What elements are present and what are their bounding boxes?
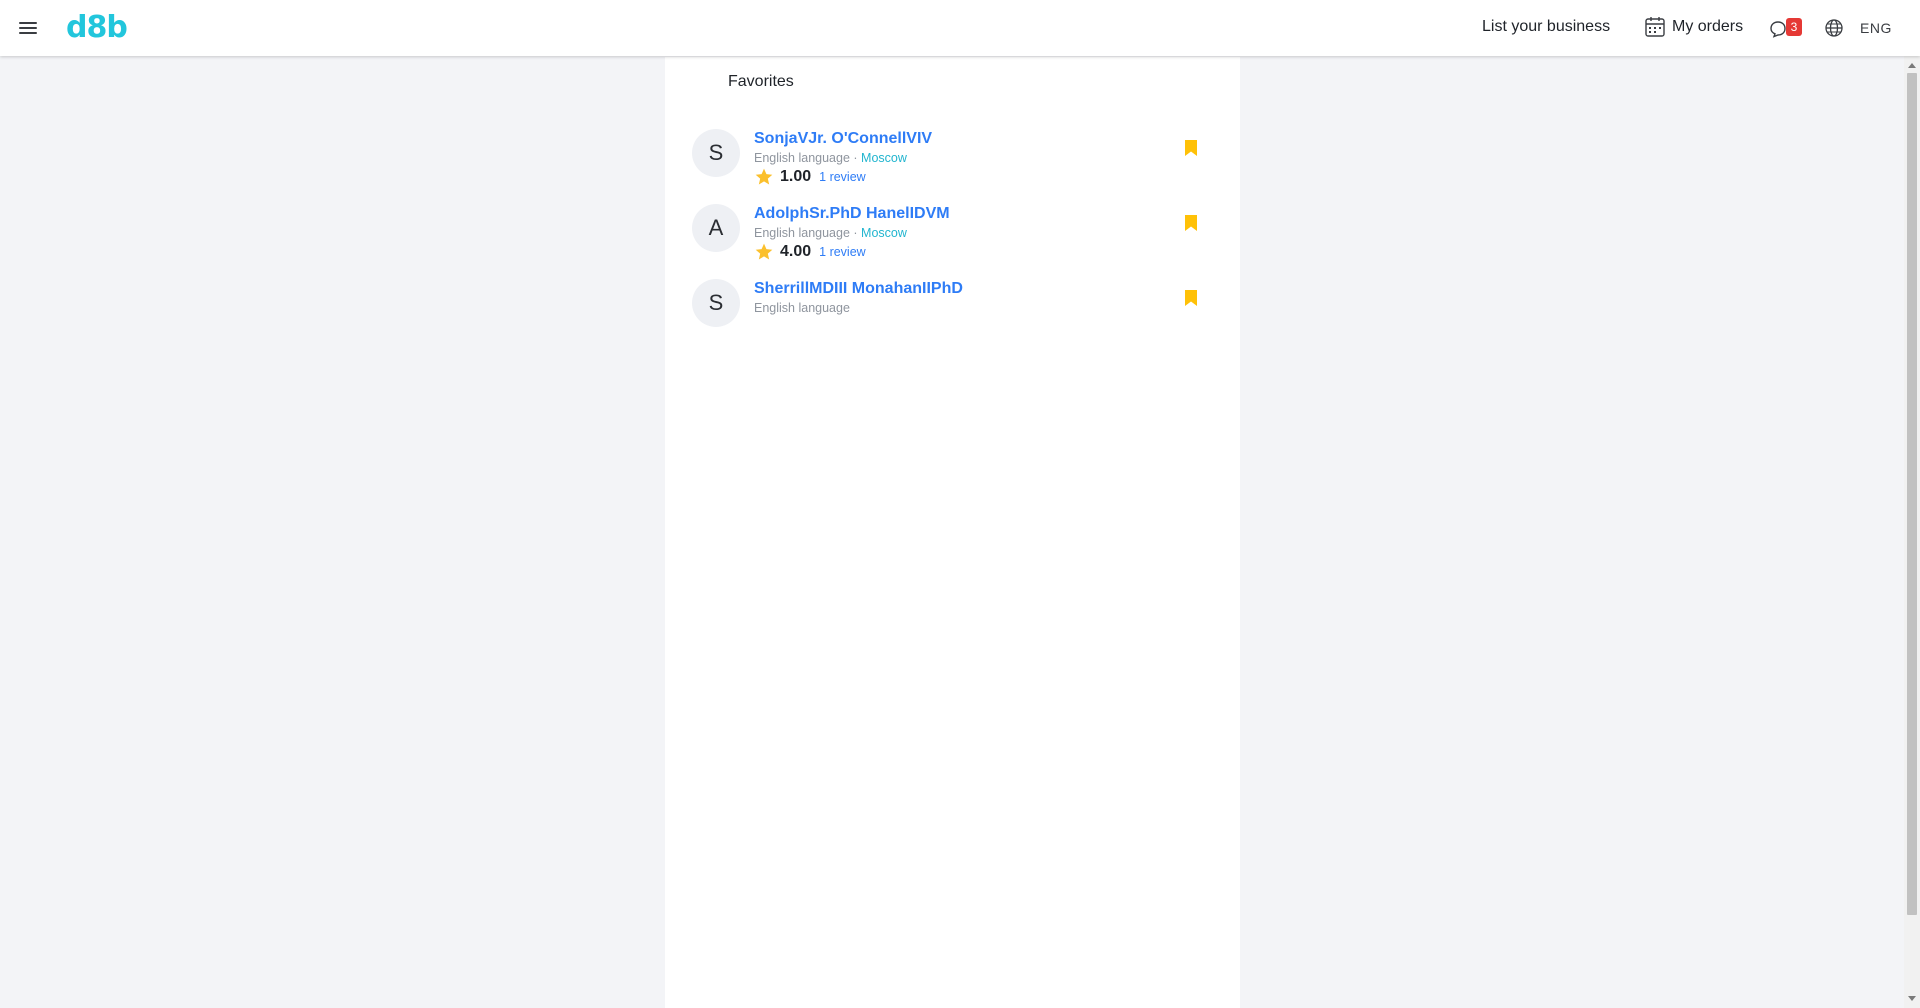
scroll-up-arrow[interactable] <box>1908 63 1916 68</box>
bookmark-icon[interactable] <box>1184 289 1198 307</box>
chat-icon <box>1770 21 1786 38</box>
menu-icon[interactable] <box>16 16 40 40</box>
rating-value: 1.00 <box>780 168 812 185</box>
list-item[interactable]: A AdolphSr.PhD HanelIDVM English languag… <box>692 204 1212 260</box>
specialist-name-link[interactable]: SherrillMDIII MonahanIIPhD <box>754 279 963 299</box>
list-business-link[interactable]: List your business <box>1482 18 1610 36</box>
item-meta: English language · Moscow <box>754 225 950 241</box>
rating-row: 4.00 1 review <box>754 242 950 262</box>
bookmark-icon[interactable] <box>1184 139 1198 157</box>
reviews-link[interactable]: 1 review <box>819 245 866 259</box>
page-title: Favorites <box>728 73 794 90</box>
globe-icon[interactable] <box>1824 18 1844 38</box>
rating-row: 1.00 1 review <box>754 167 932 187</box>
favorites-panel: Favorites S SonjaVJr. O'ConnellVIV Engli… <box>665 57 1240 1008</box>
chat-button[interactable]: 3 <box>1768 18 1804 38</box>
meta-separator: · <box>849 226 862 240</box>
language-label: English language <box>754 301 850 315</box>
logo[interactable]: d8b <box>66 8 128 48</box>
specialist-name-link[interactable]: AdolphSr.PhD HanelIDVM <box>754 204 950 224</box>
list-item[interactable]: S SherrillMDIII MonahanIIPhD English lan… <box>692 279 1212 335</box>
language-label: English language <box>754 226 850 240</box>
specialist-name-link[interactable]: SonjaVJr. O'ConnellVIV <box>754 129 932 149</box>
rating-value: 4.00 <box>780 243 812 260</box>
item-meta: English language · Moscow <box>754 150 932 166</box>
item-info: AdolphSr.PhD HanelIDVM English language … <box>754 204 950 262</box>
list-item[interactable]: S SonjaVJr. O'ConnellVIV English languag… <box>692 129 1212 185</box>
item-info: SherrillMDIII MonahanIIPhD English langu… <box>754 279 963 316</box>
avatar: A <box>692 204 740 252</box>
item-info: SonjaVJr. O'ConnellVIV English language … <box>754 129 932 187</box>
meta-separator: · <box>849 151 862 165</box>
chat-badge: 3 <box>1786 18 1802 36</box>
star-icon <box>755 243 773 260</box>
avatar: S <box>692 279 740 327</box>
my-orders-link[interactable]: My orders <box>1644 16 1743 38</box>
language-selector[interactable]: ENG <box>1860 20 1892 36</box>
language-label: English language <box>754 151 850 165</box>
scroll-thumb[interactable] <box>1907 73 1917 915</box>
avatar: S <box>692 129 740 177</box>
my-orders-label: My orders <box>1672 18 1744 35</box>
scroll-down-arrow[interactable] <box>1908 996 1916 1001</box>
city-link[interactable]: Moscow <box>861 226 907 240</box>
reviews-link[interactable]: 1 review <box>819 170 866 184</box>
star-icon <box>755 168 773 185</box>
bookmark-icon[interactable] <box>1184 214 1198 232</box>
calendar-icon <box>1645 17 1665 37</box>
item-meta: English language <box>754 300 963 316</box>
top-header: d8b List your business My orders 3 ENG <box>0 0 1920 56</box>
city-link[interactable]: Moscow <box>861 151 907 165</box>
page-scrollbar[interactable] <box>1904 56 1920 1008</box>
